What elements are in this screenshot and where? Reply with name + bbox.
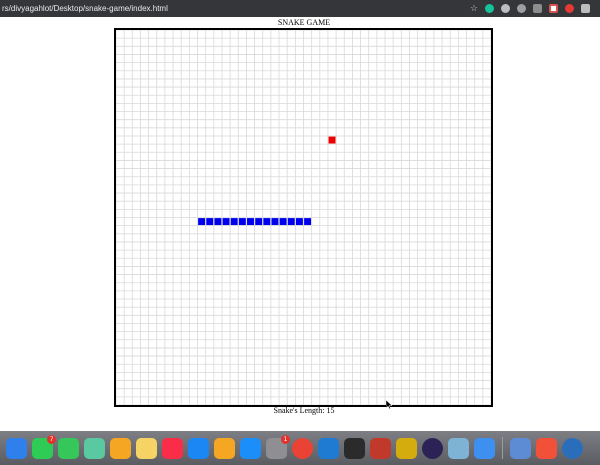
browser-address-bar: rs/divyagahlot/Desktop/snake-game/index.… [0,0,600,17]
page-title: SNAKE GAME [277,18,331,27]
photos-icon[interactable] [110,437,131,459]
snake-segment [206,218,214,226]
terminal-icon[interactable] [344,437,365,459]
snake-segment [271,218,279,226]
chrome-icon[interactable] [292,437,313,459]
snake-segment [198,218,206,226]
snake-segment [230,218,238,226]
extension-shield-icon[interactable] [501,4,510,13]
mail-icon[interactable] [474,437,495,459]
finder-window-icon[interactable] [510,437,531,459]
vscode-icon[interactable] [318,437,339,459]
game-grid [116,30,491,405]
notification-badge: 1 [281,434,290,444]
game-board[interactable] [114,28,493,407]
url-field[interactable]: rs/divyagahlot/Desktop/snake-game/index.… [0,4,470,13]
notification-badge: 7 [47,434,56,444]
macos-dock: 71 [0,431,600,465]
snake-segment [263,218,271,226]
maps-icon[interactable] [84,437,105,459]
food-item [328,136,336,144]
snake-segment [222,218,230,226]
browser-extensions: ☆ [470,4,600,13]
notes-icon[interactable] [136,437,157,459]
snake-segment [214,218,222,226]
r-lang-icon[interactable] [562,437,583,459]
extension-red-square-icon[interactable] [549,4,558,13]
preview-icon[interactable] [448,437,469,459]
eclipse-icon[interactable] [422,437,443,459]
grammarly-icon[interactable] [485,4,494,13]
snake-segment [279,218,287,226]
snake-segment [247,218,254,226]
keynote-icon[interactable] [188,437,209,459]
swift-playgrounds-icon[interactable] [536,437,557,459]
music-icon[interactable] [162,437,183,459]
snake-segment [255,218,263,226]
bookmark-star-icon[interactable]: ☆ [470,4,478,13]
extension-chat-icon[interactable] [517,4,526,13]
app-store-icon[interactable] [240,437,261,459]
snake-segment [238,218,246,226]
pages-icon[interactable] [214,437,235,459]
messages-icon[interactable] [58,437,79,459]
mail-partial-icon[interactable] [6,437,27,459]
extension-devtools-icon[interactable] [565,4,574,13]
system-preferences-icon[interactable]: 1 [266,434,290,459]
simulator-icon[interactable] [396,437,417,459]
facetime-icon[interactable]: 7 [32,434,56,459]
solitaire-icon[interactable] [370,437,391,459]
mouse-cursor-icon [386,400,392,409]
snake-length-label: Snake's Length: 15 [273,406,335,415]
snake-segment [287,218,295,226]
snake-segment [304,218,312,226]
extension-puzzle-icon[interactable] [581,4,590,13]
dock-separator [502,437,503,459]
extension-chart-icon[interactable] [533,4,542,13]
snake-segment [295,218,303,226]
